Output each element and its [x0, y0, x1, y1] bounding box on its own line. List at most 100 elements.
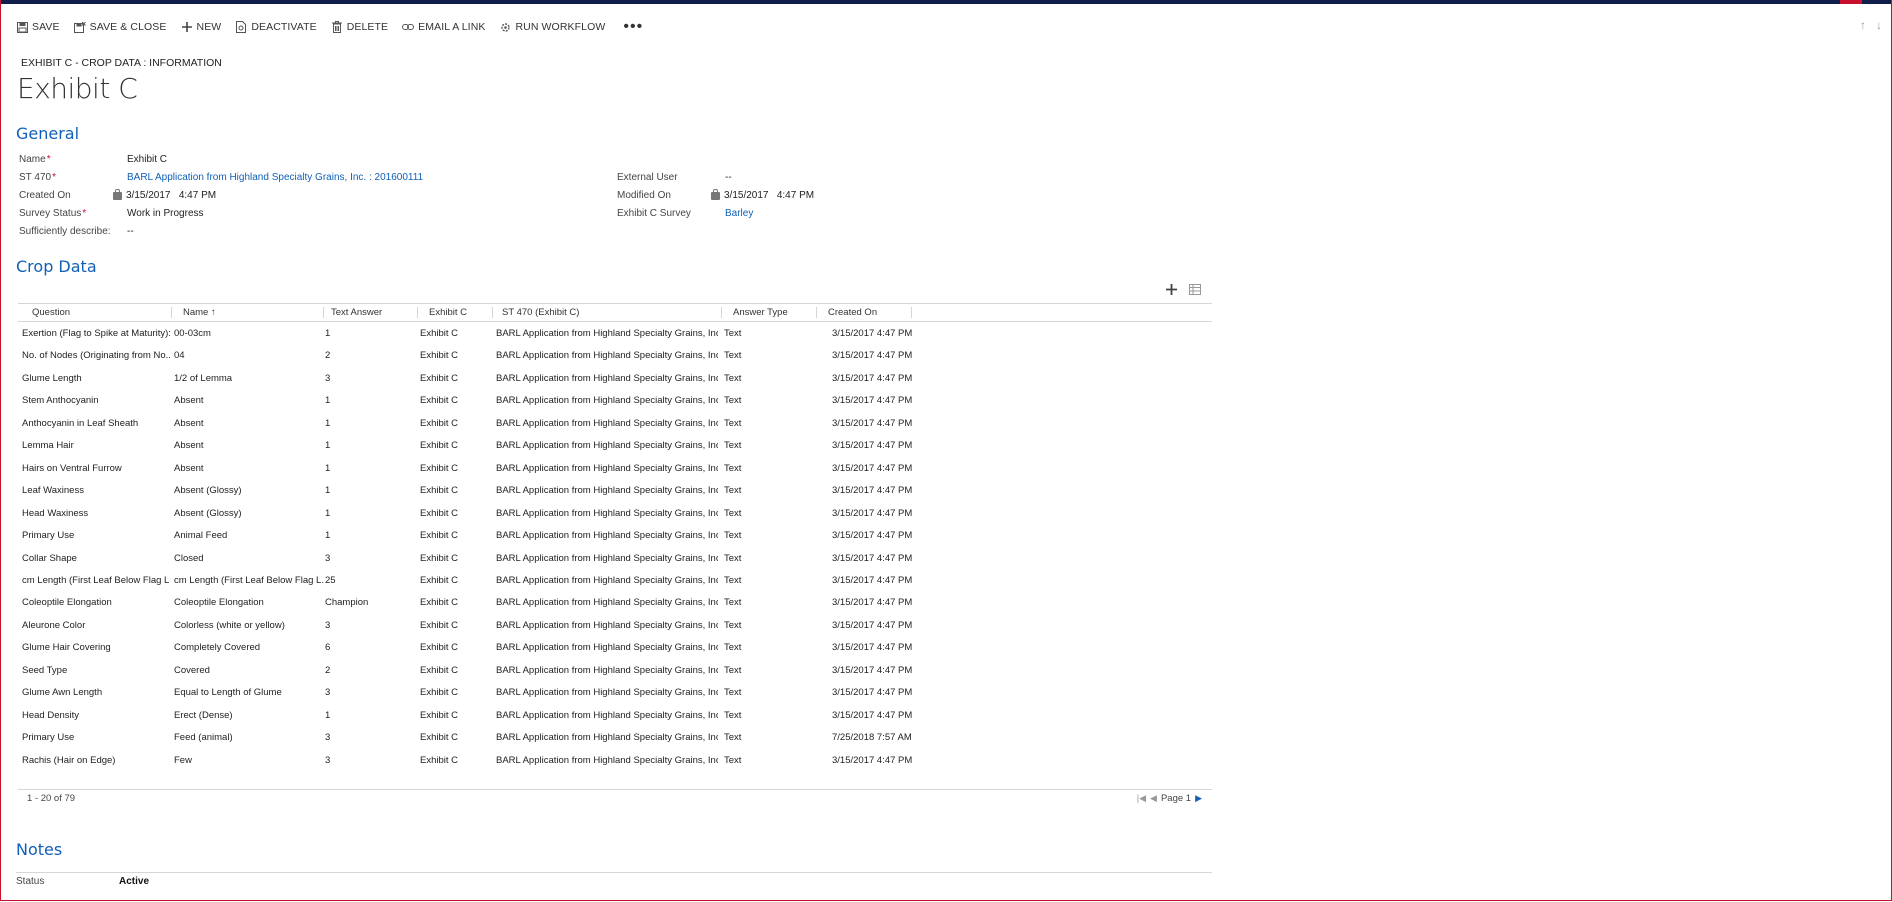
cell-question: Seed Type [22, 664, 68, 676]
more-commands-button[interactable]: ••• [623, 19, 643, 35]
cell-name: 1/2 of Lemma [174, 372, 233, 384]
column-name[interactable]: Name ↑ [183, 307, 216, 318]
new-button[interactable]: NEW [181, 21, 222, 33]
table-row[interactable]: Stem Anthocyanin Absent 1 Exhibit C BARL App… [18, 389, 1212, 411]
save-button[interactable]: SAVE [16, 21, 60, 33]
name-field: Name* Exhibit C [19, 154, 167, 165]
cell-question: Stem Anthocyanin [22, 395, 99, 407]
email-link-button[interactable]: EMAIL A LINK [402, 21, 485, 33]
exhibit-c-survey-link[interactable]: Barley [725, 208, 753, 219]
cell-exhibit-c: Exhibit C [420, 328, 459, 339]
cell-name: Feed (animal) [174, 732, 233, 744]
save-icon [16, 21, 28, 33]
table-row[interactable]: Hairs on Ventral Furrow Absent 1 Exhibit C B… [18, 457, 1212, 479]
column-created-on[interactable]: Created On [828, 307, 877, 318]
add-record-icon[interactable] [1166, 282, 1177, 298]
name-label-text: Name [19, 154, 46, 165]
column-divider [417, 307, 418, 318]
cell-question: Hairs on Ventral Furrow [22, 462, 122, 474]
table-row[interactable]: Coleoptile Elongation Coleoptile Elongati… [18, 591, 1212, 613]
cell-name: 00-03cm [174, 328, 211, 339]
cell-created-on: 3/15/2017 4:47 PM [832, 372, 913, 384]
cell-created-on: 3/15/2017 4:47 PM [832, 417, 913, 429]
cell-answer-type: Text [724, 485, 742, 497]
sort-ascending-icon: ↑ [210, 307, 216, 318]
workflow-icon [499, 21, 511, 33]
table-row[interactable]: Glume Hair Covering Completely Covered 6 Ex… [18, 636, 1212, 658]
cell-name: Absent [174, 440, 204, 452]
cell-created-on: 3/15/2017 4:47 PM [832, 462, 913, 474]
notes-heading: Notes [16, 840, 63, 859]
cell-question: Head Density [22, 709, 80, 721]
st470-link[interactable]: BARL Application from Highland Specialty… [127, 172, 423, 183]
table-row[interactable]: Collar Shape Closed 3 Exhibit C BARL Applica… [18, 547, 1212, 569]
cell-text-answer: 2 [325, 350, 331, 362]
table-row[interactable]: Anthocyanin in Leaf Sheath Absent 1 Exhibit… [18, 412, 1212, 434]
cell-text-answer: Champion [325, 597, 369, 609]
cell-name: Few [174, 754, 192, 766]
table-row[interactable]: Lemma Hair Absent 1 Exhibit C BARL Applicati… [18, 434, 1212, 456]
table-row[interactable]: Glume Length 1/2 of Lemma 3 Exhibit C BARL A… [18, 367, 1212, 389]
created-on-label: Created On [19, 190, 71, 201]
table-row[interactable]: Glume Awn Length Equal to Length of Glume… [18, 681, 1212, 703]
column-st470[interactable]: ST 470 (Exhibit C) [502, 307, 579, 318]
cell-question: Head Waxiness [22, 507, 89, 519]
cell-answer-type: Text [724, 687, 742, 699]
cell-question: cm Length (First Leaf Below Flag L... [22, 574, 170, 586]
save-close-icon [73, 21, 86, 33]
status-value[interactable]: Active [119, 876, 149, 887]
table-row[interactable]: No. of Nodes (Originating from No... 04 2 E… [18, 344, 1212, 366]
table-row[interactable]: Leaf Waxiness Absent (Glossy) 1 Exhibit C BA… [18, 479, 1212, 501]
table-row[interactable]: Head Density Erect (Dense) 1 Exhibit C BARL … [18, 704, 1212, 726]
cell-answer-type: Text [724, 597, 742, 609]
next-page-icon[interactable]: ▶ [1195, 793, 1202, 804]
cell-created-on: 7/25/2018 7:57 AM [832, 732, 912, 744]
table-row[interactable]: Primary Use Animal Feed 1 Exhibit C BARL App… [18, 524, 1212, 546]
page-label: Page 1 [1160, 793, 1192, 804]
up-arrow-icon[interactable]: ↑ [1860, 18, 1866, 32]
cell-name: Erect (Dense) [174, 709, 233, 721]
grid-view-icon[interactable] [1189, 282, 1201, 298]
cell-question: Lemma Hair [22, 440, 74, 452]
cell-exhibit-c: Exhibit C [420, 507, 459, 519]
cell-name: Absent [174, 417, 204, 429]
deactivate-icon [235, 21, 247, 33]
delete-button[interactable]: DELETE [331, 21, 388, 33]
table-row[interactable]: Exertion (Flag to Spike at Maturity): 00-… [18, 322, 1212, 344]
grid-footer: 1 - 20 of 79 |◀ ◀ Page 1 ▶ [18, 789, 1212, 808]
column-divider [492, 307, 493, 318]
cell-name: Equal to Length of Glume [174, 687, 282, 699]
delete-label: DELETE [346, 21, 389, 33]
column-exhibit-c[interactable]: Exhibit C [429, 307, 467, 318]
cell-exhibit-c: Exhibit C [420, 372, 459, 384]
previous-page-icon[interactable]: ◀ [1150, 793, 1157, 804]
column-text-answer[interactable]: Text Answer [331, 307, 382, 318]
first-page-icon[interactable]: |◀ [1137, 793, 1146, 804]
cell-name: Colorless (white or yellow) [174, 619, 285, 631]
run-workflow-button[interactable]: RUN WORKFLOW [499, 21, 605, 33]
column-question[interactable]: Question [32, 307, 70, 318]
table-row[interactable]: Seed Type Covered 2 Exhibit C BARL Applicati… [18, 659, 1212, 681]
cell-name: Absent (Glossy) [174, 507, 242, 519]
cell-created-on: 3/15/2017 4:47 PM [832, 440, 913, 452]
cell-exhibit-c: Exhibit C [420, 687, 459, 699]
table-row[interactable]: Primary Use Feed (animal) 3 Exhibit C BARL A… [18, 726, 1212, 748]
down-arrow-icon[interactable]: ↓ [1876, 18, 1882, 32]
exhibit-c-survey-field: Exhibit C Survey Barley [617, 208, 753, 219]
save-close-button[interactable]: SAVE & CLOSE [73, 21, 167, 33]
cell-exhibit-c: Exhibit C [420, 597, 459, 609]
table-row[interactable]: Aleurone Color Colorless (white or yellow… [18, 614, 1212, 636]
name-value[interactable]: Exhibit C [127, 154, 167, 165]
table-row[interactable]: Rachis (Hair on Edge) Few 3 Exhibit C BARL A… [18, 749, 1212, 771]
sufficiently-describe-value[interactable]: -- [127, 226, 134, 237]
survey-status-value[interactable]: Work in Progress [127, 208, 204, 219]
table-row[interactable]: Head Waxiness Absent (Glossy) 1 Exhibit C BA… [18, 502, 1212, 524]
lock-icon [113, 188, 122, 200]
column-answer-type[interactable]: Answer Type [733, 307, 788, 318]
deactivate-button[interactable]: DEACTIVATE [235, 21, 317, 33]
external-user-value[interactable]: -- [725, 172, 732, 183]
cell-question: No. of Nodes (Originating from No... [22, 350, 170, 362]
cell-st470: BARL Application from Highland Specialty… [496, 395, 718, 407]
table-row[interactable]: cm Length (First Leaf Below Flag L... cm … [18, 569, 1212, 591]
cell-name: cm Length (First Leaf Below Flag L... [174, 574, 324, 586]
